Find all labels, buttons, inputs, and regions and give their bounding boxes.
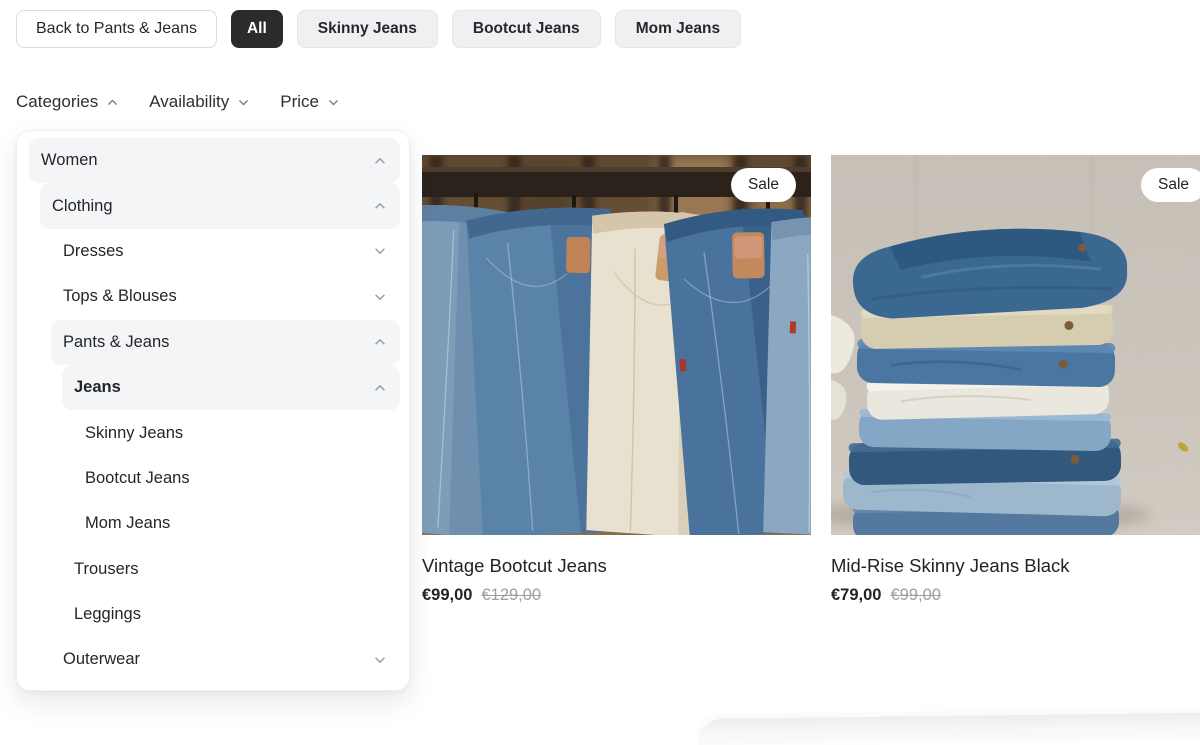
product-compare-price: €99,00: [890, 586, 940, 605]
category-item-clothing[interactable]: Clothing: [40, 183, 400, 228]
product-price: €79,00: [831, 586, 881, 605]
filter-label: Categories: [16, 92, 98, 112]
chevron-up-icon: [106, 96, 119, 109]
category-label: Skinny Jeans: [73, 424, 183, 443]
category-label: Outerwear: [51, 650, 140, 669]
product-title[interactable]: Mid-Rise Skinny Jeans Black: [831, 555, 1200, 577]
category-item-mom-jeans[interactable]: Mom Jeans: [73, 501, 400, 546]
product-title[interactable]: Vintage Bootcut Jeans: [422, 555, 811, 577]
filter-label: Availability: [149, 92, 229, 112]
category-item-outerwear[interactable]: Outerwear: [51, 637, 400, 682]
stacked-jeans-photo: [831, 155, 1200, 535]
product-image[interactable]: Sale: [422, 155, 811, 535]
chip-all[interactable]: All: [231, 10, 283, 48]
category-label: Leggings: [62, 605, 141, 624]
category-label: Trousers: [62, 560, 139, 579]
category-label: Pants & Jeans: [51, 333, 169, 352]
chevron-down-icon: [373, 244, 387, 258]
category-label: Bootcut Jeans: [73, 469, 190, 488]
category-item-skinny-jeans[interactable]: Skinny Jeans: [73, 410, 400, 455]
filter-availability[interactable]: Availability: [149, 92, 250, 112]
chip-skinny-jeans[interactable]: Skinny Jeans: [297, 10, 438, 48]
category-label: Mom Jeans: [73, 514, 170, 533]
chevron-down-icon: [373, 653, 387, 667]
sale-badge: Sale: [731, 168, 796, 202]
category-label: Jeans: [62, 378, 121, 397]
filter-price[interactable]: Price: [280, 92, 340, 112]
chevron-down-icon: [327, 96, 340, 109]
category-item-dresses[interactable]: Dresses: [51, 229, 400, 274]
category-item-tops-blouses[interactable]: Tops & Blouses: [51, 274, 400, 319]
product-prices: €79,00 €99,00: [831, 586, 1200, 605]
chip-mom-jeans[interactable]: Mom Jeans: [615, 10, 741, 48]
category-label: Tops & Blouses: [51, 287, 177, 306]
subcategory-chips: All Skinny Jeans Bootcut Jeans Mom Jeans: [231, 10, 741, 48]
filter-bar: Categories Availability Price: [16, 89, 340, 115]
category-item-women[interactable]: Women: [29, 138, 400, 183]
filter-label: Price: [280, 92, 319, 112]
categories-dropdown-panel: Women Clothing Dresses Tops & Blouses Pants …: [16, 130, 410, 691]
hanging-jeans-photo: [422, 155, 811, 535]
chevron-up-icon: [373, 335, 387, 349]
chevron-up-icon: [373, 381, 387, 395]
category-item-leggings[interactable]: Leggings: [62, 592, 400, 637]
next-row-surface: [697, 713, 1200, 745]
product-price: €99,00: [422, 586, 472, 605]
chevron-down-icon: [373, 290, 387, 304]
chevron-up-icon: [373, 199, 387, 213]
back-button[interactable]: Back to Pants & Jeans: [16, 10, 217, 48]
product-card: Sale Vintage Bootcut Jeans €99,00 €129,0…: [422, 155, 811, 605]
category-item-bootcut-jeans[interactable]: Bootcut Jeans: [73, 456, 400, 501]
category-label: Clothing: [40, 197, 113, 216]
category-label: Women: [29, 151, 98, 170]
toolbar: Back to Pants & Jeans All Skinny Jeans Boo…: [16, 10, 741, 48]
chevron-up-icon: [373, 154, 387, 168]
category-item-trousers[interactable]: Trousers: [62, 547, 400, 592]
product-compare-price: €129,00: [481, 586, 541, 605]
chevron-down-icon: [237, 96, 250, 109]
category-label: Dresses: [51, 242, 124, 261]
product-card: Sale Mid-Rise Skinny Jeans Black €79,00 …: [831, 155, 1200, 605]
sale-badge: Sale: [1141, 168, 1200, 202]
filter-categories[interactable]: Categories: [16, 92, 119, 112]
category-item-pants-jeans[interactable]: Pants & Jeans: [51, 320, 400, 365]
product-image[interactable]: Sale: [831, 155, 1200, 535]
chip-bootcut-jeans[interactable]: Bootcut Jeans: [452, 10, 601, 48]
category-item-jeans[interactable]: Jeans: [62, 365, 400, 410]
product-prices: €99,00 €129,00: [422, 586, 811, 605]
